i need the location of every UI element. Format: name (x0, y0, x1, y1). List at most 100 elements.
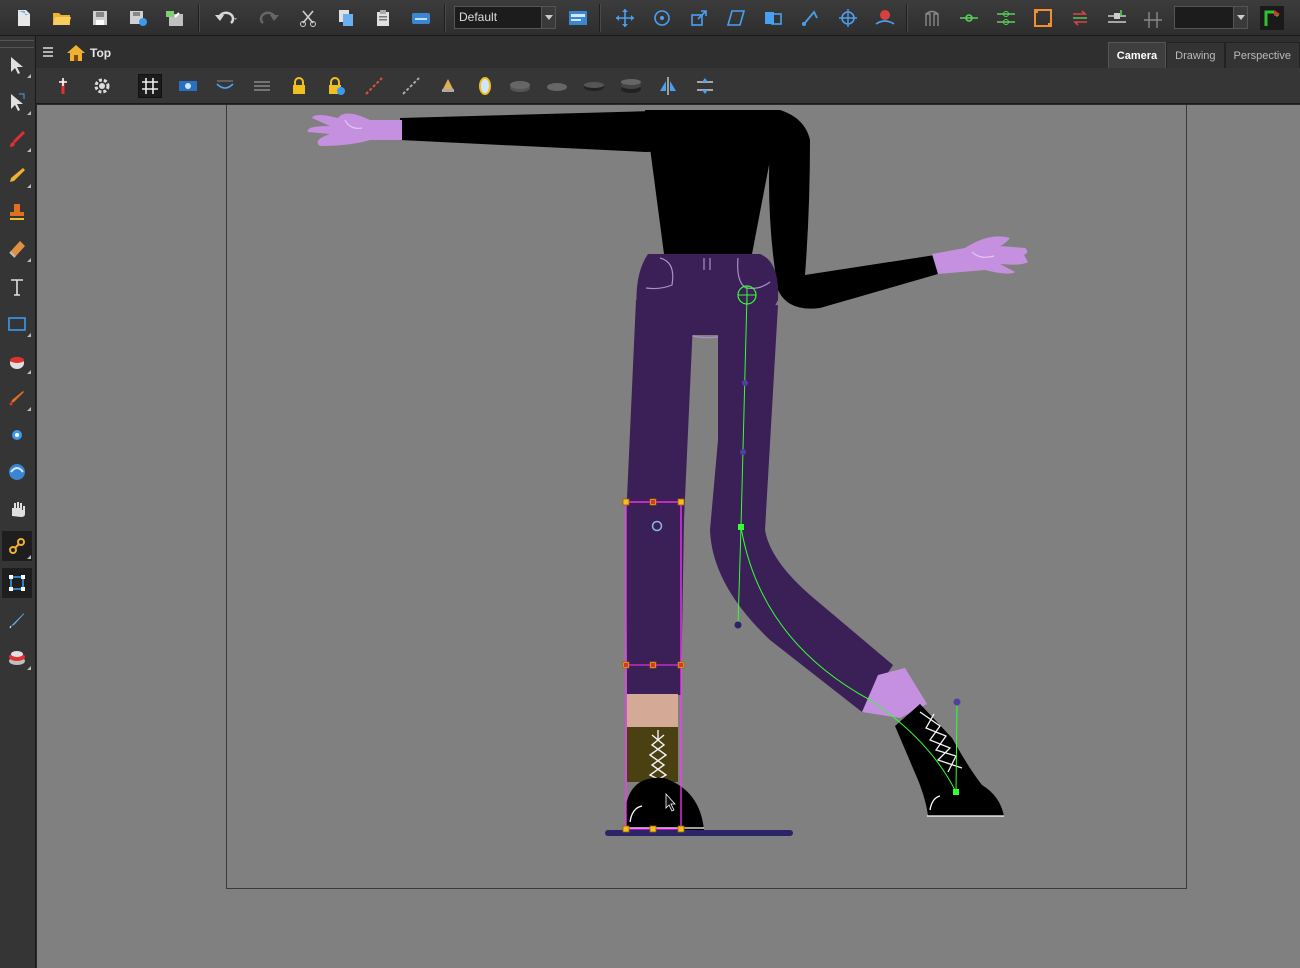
paint-tool-icon[interactable] (2, 642, 32, 672)
right-hand (932, 236, 1028, 274)
right-sleeve (769, 140, 938, 309)
morph-tool-icon[interactable] (2, 457, 32, 487)
bone-handle[interactable] (734, 621, 742, 629)
selection-handle[interactable] (677, 498, 685, 506)
toolbar-separator (198, 4, 200, 32)
redo-icon[interactable] (256, 6, 280, 30)
selection-handle-center (624, 663, 628, 667)
eraser-tool-icon[interactable] (2, 234, 32, 264)
bone-handle[interactable] (953, 698, 961, 706)
selection-handle[interactable] (677, 825, 685, 833)
left-shoe (626, 777, 704, 830)
light-icon[interactable] (436, 74, 460, 98)
rig-tool-g-icon[interactable] (1141, 6, 1165, 30)
bone-joint-knee[interactable] (738, 524, 744, 530)
add-bone-icon[interactable] (54, 74, 78, 98)
right-leg (710, 305, 893, 712)
bone-handle[interactable] (740, 449, 746, 455)
copy-icon[interactable] (334, 6, 358, 30)
scale-tool-icon[interactable] (687, 6, 711, 30)
gear-icon[interactable] (90, 74, 114, 98)
tab-perspective[interactable]: Perspective (1224, 42, 1300, 68)
panel-grip[interactable] (0, 40, 34, 48)
select-tool-icon[interactable] (2, 50, 32, 80)
peg-tool-icon[interactable] (873, 6, 897, 30)
cutter-tool-icon[interactable] (2, 605, 32, 635)
dropper-tool-icon[interactable] (2, 383, 32, 413)
contour-editor-tool-icon[interactable] (2, 87, 32, 117)
brush-tool-icon[interactable] (2, 124, 32, 154)
text-tool-icon[interactable] (2, 272, 32, 302)
mirror-icon[interactable] (473, 74, 497, 98)
rig-tool-d-icon[interactable] (1031, 6, 1055, 30)
selection-handle[interactable] (622, 825, 630, 833)
chevron-down-icon (1233, 7, 1247, 28)
skew-tool-icon[interactable] (724, 6, 748, 30)
rig-tool-b-icon[interactable] (957, 6, 981, 30)
zoom-dropdown[interactable] (1174, 6, 1248, 29)
selection-handle[interactable] (649, 825, 657, 833)
toolbar-separator (599, 4, 601, 32)
rig-tool-a-icon[interactable] (920, 6, 944, 30)
cut-icon[interactable] (296, 6, 320, 30)
rotate-tool-icon[interactable] (650, 6, 674, 30)
chevron-down-icon (541, 7, 555, 28)
animation-app: Default Top Camera Drawing Perspective (0, 0, 1300, 968)
distribute-icon[interactable] (693, 74, 717, 98)
tab-camera[interactable]: Camera (1107, 42, 1167, 68)
lock-add-icon[interactable] (324, 74, 348, 98)
move-tool-icon[interactable] (613, 6, 637, 30)
left-hand (307, 113, 402, 146)
undo-icon[interactable] (214, 6, 238, 30)
rig-tool-c-icon[interactable] (994, 6, 1018, 30)
layer-stack-a-icon[interactable] (508, 74, 532, 98)
library-icon[interactable] (409, 6, 433, 30)
toolbar-separator (906, 4, 908, 32)
home-icon (67, 45, 85, 61)
camera-viewport[interactable] (37, 105, 1300, 968)
import-icon[interactable] (163, 6, 187, 30)
lock-icon[interactable] (287, 74, 311, 98)
save-icon[interactable] (88, 6, 112, 30)
layer-stack-b-icon[interactable] (545, 74, 569, 98)
breadcrumb[interactable]: Top (66, 44, 111, 62)
rectangle-tool-icon[interactable] (2, 309, 32, 339)
pivot-tool-icon[interactable] (2, 420, 32, 450)
main-toolbar: Default (0, 0, 1300, 36)
flip-horizontal-icon[interactable] (656, 74, 680, 98)
bone-handle[interactable] (742, 380, 748, 386)
flip-tool-icon[interactable] (761, 6, 785, 30)
onion-skin-icon[interactable] (176, 74, 200, 98)
tab-drawing[interactable]: Drawing (1166, 42, 1225, 68)
pencil-tool-icon[interactable] (2, 160, 32, 190)
snap-contour-icon[interactable] (362, 74, 386, 98)
save-as-icon[interactable] (126, 6, 150, 30)
transform-tool-icon[interactable] (2, 568, 32, 598)
rig-tool-e-icon[interactable] (1068, 6, 1092, 30)
layer-stack-d-icon[interactable] (619, 74, 643, 98)
align-center-icon[interactable] (250, 74, 274, 98)
bone-tool-icon[interactable] (798, 6, 822, 30)
bone-joint-foot[interactable] (953, 789, 959, 795)
rig-tool-f-icon[interactable] (1105, 6, 1129, 30)
character-drawing[interactable] (37, 105, 1300, 968)
rigging-tool-icon[interactable] (2, 531, 32, 561)
rig-tool-h-icon[interactable] (1258, 6, 1286, 30)
left-ankle (627, 694, 678, 728)
new-scene-icon[interactable] (12, 6, 36, 30)
tool-properties-bar (36, 68, 1300, 104)
hamburger-menu-icon[interactable] (42, 45, 54, 57)
paste-icon[interactable] (371, 6, 395, 30)
paint-bucket-tool-icon[interactable] (2, 346, 32, 376)
stamp-tool-icon[interactable] (2, 197, 32, 227)
pivot-tool-icon[interactable] (836, 6, 860, 30)
hand-tool-icon[interactable] (2, 494, 32, 524)
workspace-layout-icon[interactable] (566, 6, 590, 30)
selection-handle[interactable] (622, 498, 630, 506)
snap-grid-icon[interactable] (399, 74, 423, 98)
workspace-dropdown[interactable]: Default (454, 6, 556, 29)
grid-icon[interactable] (138, 74, 162, 98)
open-folder-icon[interactable] (50, 6, 74, 30)
layer-stack-c-icon[interactable] (582, 74, 606, 98)
light-table-icon[interactable] (213, 74, 237, 98)
